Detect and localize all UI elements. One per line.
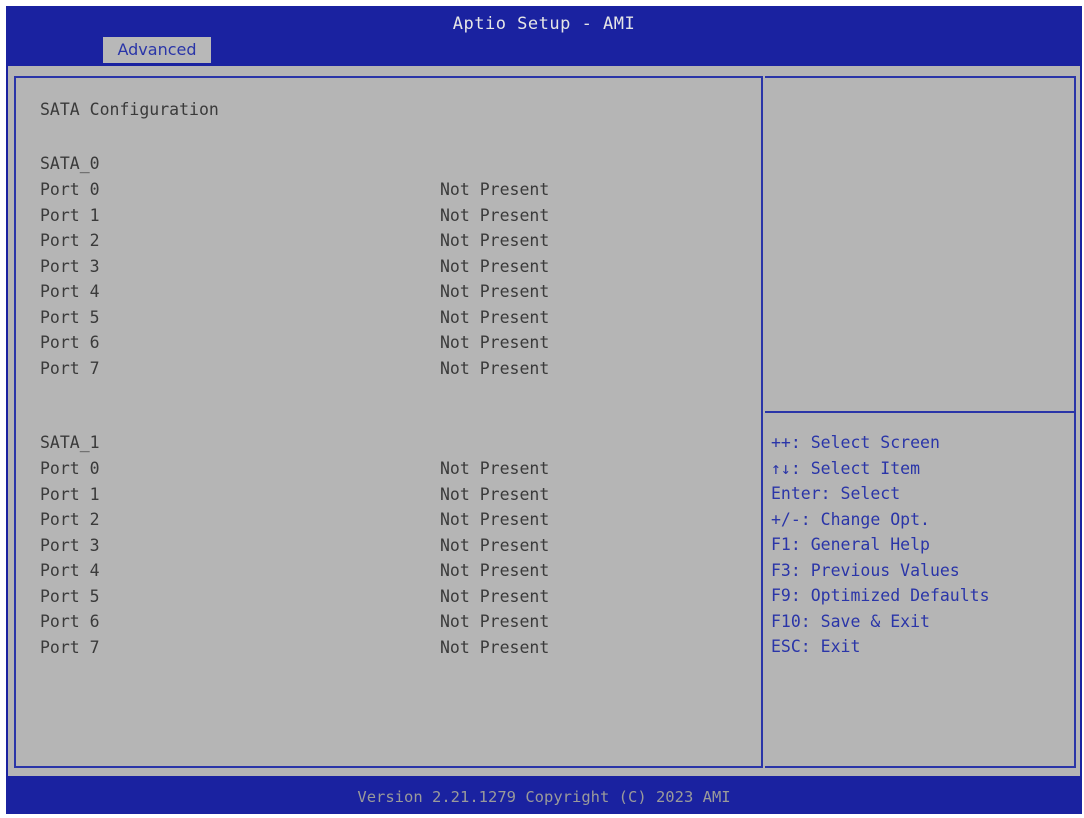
port-label: Port 0 <box>40 459 100 478</box>
window-title: Aptio Setup - AMI <box>452 14 636 34</box>
port-status: Not Present <box>440 358 550 378</box>
help-item-save-exit: F10: Save & Exit <box>771 611 930 631</box>
bios-screen: Aptio Setup - AMI Advanced SATA Configur… <box>6 6 1082 814</box>
port-label: Port 3 <box>40 256 100 276</box>
tab-advanced[interactable]: Advanced <box>103 37 211 63</box>
help-item-select-item: ↑↓: Select Item <box>771 458 921 478</box>
help-item-optimized-defaults: F9: Optimized Defaults <box>771 586 990 605</box>
port-status: Not Present <box>440 282 550 301</box>
help-item-change-opt: +/-: Change Opt. <box>771 509 930 529</box>
key-help-list: ++: Select Screen ↑↓: Select Item Enter:… <box>771 433 990 663</box>
port-label: Port 4 <box>40 282 100 301</box>
port-label: Port 7 <box>40 637 100 657</box>
port-status: Not Present <box>440 180 550 199</box>
port-status: Not Present <box>440 637 550 657</box>
port-label: Port 5 <box>40 586 100 606</box>
help-item-general-help: F1: General Help <box>771 535 930 554</box>
port-status: Not Present <box>440 459 550 478</box>
port-label: Port 3 <box>40 535 100 555</box>
port-label: Port 2 <box>40 510 100 529</box>
page-title: SATA Configuration <box>40 100 219 119</box>
group-title-sata-1: SATA_1 <box>40 433 100 452</box>
port-status: Not Present <box>440 231 550 250</box>
port-status: Not Present <box>440 535 550 555</box>
port-label: Port 0 <box>40 180 100 199</box>
port-label: Port 1 <box>40 205 100 225</box>
port-status: Not Present <box>440 510 550 529</box>
port-label: Port 7 <box>40 358 100 378</box>
help-item-exit: ESC: Exit <box>771 637 861 656</box>
port-label: Port 2 <box>40 231 100 250</box>
port-status: Not Present <box>440 612 550 631</box>
port-label: Port 5 <box>40 307 100 327</box>
port-status: Not Present <box>440 205 550 225</box>
help-panel: ++: Select Screen ↑↓: Select Item Enter:… <box>765 76 1076 768</box>
port-label: Port 4 <box>40 561 100 580</box>
port-label: Port 6 <box>40 333 100 352</box>
port-status: Not Present <box>440 484 550 504</box>
help-divider <box>765 411 1074 413</box>
help-item-select-screen: ++: Select Screen <box>771 433 940 452</box>
port-status: Not Present <box>440 586 550 606</box>
port-status: Not Present <box>440 256 550 276</box>
group-title-sata-0: SATA_0 <box>40 154 100 173</box>
port-label: Port 6 <box>40 612 100 631</box>
port-status: Not Present <box>440 561 550 580</box>
port-status: Not Present <box>440 333 550 352</box>
settings-panel: SATA Configuration SATA_0 Port 0 Not Pre… <box>14 76 763 768</box>
help-item-enter: Enter: Select <box>771 484 901 503</box>
port-label: Port 1 <box>40 484 100 504</box>
help-item-previous-values: F3: Previous Values <box>771 560 960 580</box>
port-status: Not Present <box>440 307 550 327</box>
main-area: SATA Configuration SATA_0 Port 0 Not Pre… <box>8 66 1080 776</box>
version-footer: Version 2.21.1279 Copyright (C) 2023 AMI <box>357 788 731 806</box>
